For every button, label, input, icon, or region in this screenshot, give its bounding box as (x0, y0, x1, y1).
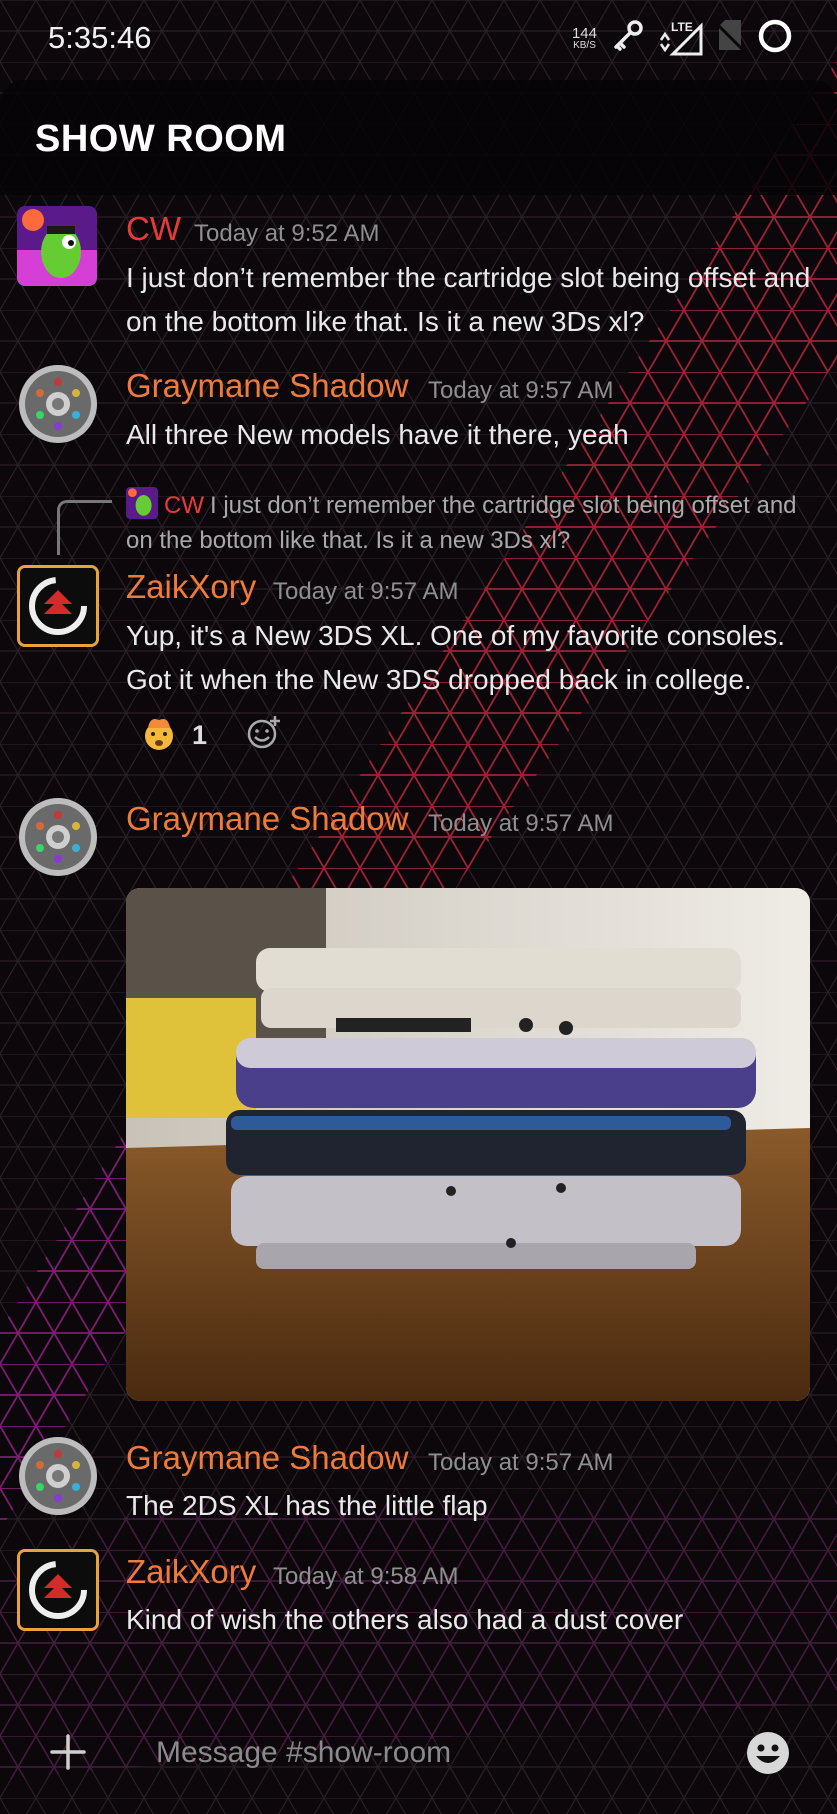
reaction-count: 1 (192, 720, 208, 750)
message-author[interactable]: Graymane Shadow (126, 1439, 408, 1477)
net-speed: 144 KB/S (572, 26, 597, 51)
emoji-picker-button[interactable] (745, 1730, 791, 1781)
message-author[interactable]: Graymane Shadow (126, 800, 408, 838)
avatar-graymane-shadow[interactable] (18, 797, 98, 877)
message-input[interactable]: Message #show-room (156, 1736, 451, 1770)
message-text: All three New models have it there, yeah (126, 419, 629, 450)
message-text: I just don’t remember the cartridge slot… (126, 262, 811, 337)
message-text: The 2DS XL has the little flap (126, 1490, 488, 1521)
message-timestamp: Today at 9:57 AM (428, 377, 614, 404)
add-reaction-icon (247, 716, 280, 749)
message-text: Yup, it's a New 3DS XL. One of my favori… (126, 620, 785, 695)
no-sim-icon (715, 20, 745, 57)
message-author[interactable]: ZaikXory (126, 568, 256, 606)
message-author[interactable]: CW (126, 210, 181, 248)
status-clock: 5:35:46 (48, 20, 152, 55)
reply-author: CW (164, 492, 204, 519)
message-timestamp: Today at 9:57 AM (428, 810, 614, 837)
avatar-graymane-shadow[interactable] (18, 1436, 98, 1516)
plus-icon (50, 1734, 86, 1770)
reply-text: I just don’t remember the cartridge slot… (126, 492, 797, 554)
image-attachment[interactable] (126, 888, 810, 1401)
message-timestamp: Today at 9:57 AM (273, 578, 459, 605)
status-icons: 144 KB/S LTE (572, 18, 793, 59)
key-icon (611, 20, 643, 57)
message-timestamp: Today at 9:58 AM (273, 1563, 459, 1590)
message-timestamp: Today at 9:57 AM (428, 1449, 614, 1476)
message-composer: Message #show-room (0, 1690, 837, 1814)
net-speed-value: 144 (571, 25, 597, 42)
reaction-pill[interactable]: 1 (140, 714, 207, 757)
net-speed-unit: KB/S (573, 40, 596, 51)
exploding-head-emoji-icon (140, 714, 178, 757)
message-author[interactable]: Graymane Shadow (126, 367, 408, 405)
network-label: LTE (671, 19, 693, 34)
reply-preview[interactable]: CW I just don’t remember the cartridge sl… (126, 487, 826, 558)
avatar-cw[interactable] (17, 206, 97, 286)
battery-ring-icon (757, 18, 793, 59)
message-author[interactable]: ZaikXory (126, 1553, 256, 1591)
channel-title: SHOW ROOM (35, 118, 287, 160)
avatar-zaikxory[interactable] (17, 565, 99, 647)
avatar-graymane-shadow[interactable] (18, 364, 98, 444)
emoji-icon (747, 1732, 789, 1774)
add-reaction-button[interactable] (246, 714, 282, 755)
attach-button[interactable] (48, 1732, 88, 1777)
lte-signal-icon: LTE (657, 19, 703, 56)
message-text: Kind of wish the others also had a dust … (126, 1604, 684, 1635)
reply-connector (57, 500, 112, 555)
avatar-zaikxory[interactable] (17, 1549, 99, 1631)
message-timestamp: Today at 9:52 AM (194, 220, 380, 247)
status-bar: 5:35:46 144 KB/S LTE (0, 0, 837, 78)
reply-avatar (126, 487, 158, 519)
channel-header: SHOW ROOM (0, 80, 837, 195)
